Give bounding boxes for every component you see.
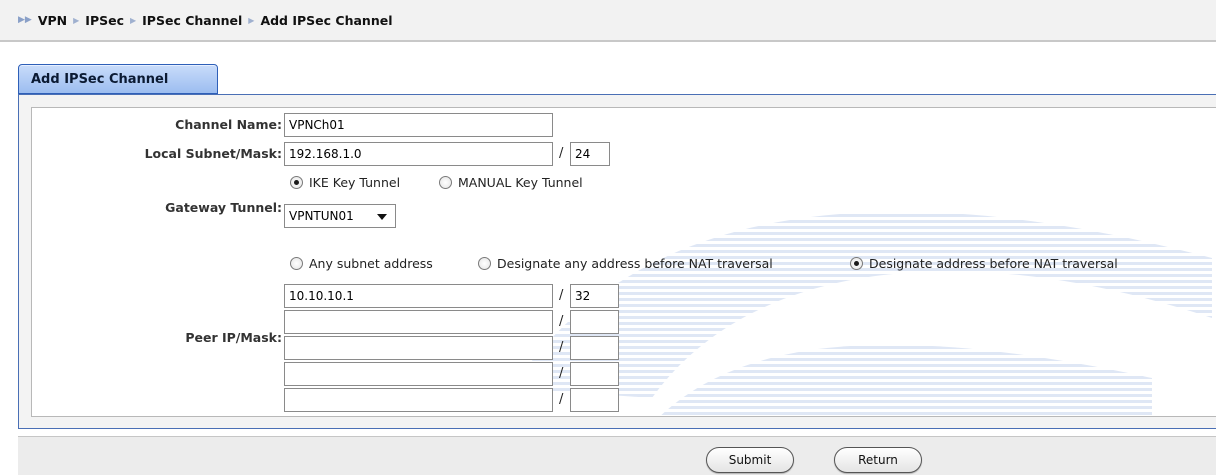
form-area: Channel Name: Local Subnet/Mask: / Gatew… [31, 107, 1216, 417]
peer-ip-input-5[interactable] [284, 388, 553, 412]
any-subnet-label: Any subnet address [309, 256, 433, 271]
peer-slash-1: / [559, 288, 564, 303]
breadcrumb-arrow-icon: ▶▶ [18, 15, 32, 25]
breadcrumb-item-ipsec-channel[interactable]: IPSec Channel [142, 13, 242, 28]
peer-ip-input-1[interactable] [284, 284, 553, 308]
peer-mask-input-3[interactable] [570, 336, 619, 360]
peer-slash-3: / [559, 340, 564, 355]
peer-slash-5: / [559, 392, 564, 407]
chevron-down-icon [377, 214, 387, 220]
peer-mask-input-1[interactable] [570, 284, 619, 308]
peer-slash-2: / [559, 314, 564, 329]
local-subnet-label: Local Subnet/Mask: [144, 146, 282, 161]
any-subnet-option[interactable]: Any subnet address [290, 256, 433, 271]
peer-ip-input-3[interactable] [284, 336, 553, 360]
ike-key-tunnel-option[interactable]: IKE Key Tunnel [290, 175, 400, 190]
breadcrumb-separator-icon: ▶ [73, 15, 80, 25]
submit-button[interactable]: Submit [706, 447, 794, 473]
breadcrumb-item-ipsec[interactable]: IPSec [85, 13, 124, 28]
tunnel-select-value: VPNTUN01 [289, 209, 354, 223]
peer-slash-4: / [559, 366, 564, 381]
peer-mask-input-4[interactable] [570, 362, 619, 386]
breadcrumb: ▶▶ VPN ▶ IPSec ▶ IPSec Channel ▶ Add IPS… [0, 0, 1216, 42]
gateway-tunnel-label: Gateway Tunnel: [165, 200, 282, 215]
any-subnet-radio[interactable] [290, 257, 303, 270]
peer-ip-mask-label: Peer IP/Mask: [185, 330, 282, 345]
tunnel-select[interactable]: VPNTUN01 [284, 204, 396, 228]
local-subnet-slash: / [559, 146, 564, 161]
tab-add-ipsec-channel[interactable]: Add IPSec Channel [18, 64, 218, 94]
manual-key-tunnel-label: MANUAL Key Tunnel [458, 175, 583, 190]
local-subnet-ip-input[interactable] [284, 142, 553, 166]
breadcrumb-item-current: Add IPSec Channel [260, 12, 393, 28]
local-subnet-mask-input[interactable] [570, 142, 610, 166]
return-button[interactable]: Return [834, 447, 922, 473]
breadcrumb-item-vpn[interactable]: VPN [38, 13, 67, 28]
peer-ip-input-2[interactable] [284, 310, 553, 334]
designate-any-address-label: Designate any address before NAT travers… [497, 256, 773, 271]
manual-key-tunnel-radio[interactable] [439, 176, 452, 189]
designate-any-address-radio[interactable] [478, 257, 491, 270]
form-panel: Channel Name: Local Subnet/Mask: / Gatew… [18, 94, 1216, 429]
ike-key-tunnel-radio[interactable] [290, 176, 303, 189]
breadcrumb-separator-icon: ▶ [248, 15, 255, 25]
ike-key-tunnel-label: IKE Key Tunnel [309, 175, 401, 190]
designate-address-label: Designate address before NAT traversal [869, 256, 1118, 271]
designate-any-address-option[interactable]: Designate any address before NAT travers… [478, 256, 773, 271]
peer-mask-input-5[interactable] [570, 388, 619, 412]
form-footer: Submit Return [18, 436, 1216, 475]
breadcrumb-separator-icon: ▶ [130, 15, 137, 25]
designate-address-option[interactable]: Designate address before NAT traversal [850, 256, 1118, 271]
channel-name-input[interactable] [284, 113, 553, 137]
peer-ip-input-4[interactable] [284, 362, 553, 386]
designate-address-radio[interactable] [850, 257, 863, 270]
manual-key-tunnel-option[interactable]: MANUAL Key Tunnel [439, 175, 583, 190]
channel-name-label: Channel Name: [175, 117, 282, 132]
peer-mask-input-2[interactable] [570, 310, 619, 334]
